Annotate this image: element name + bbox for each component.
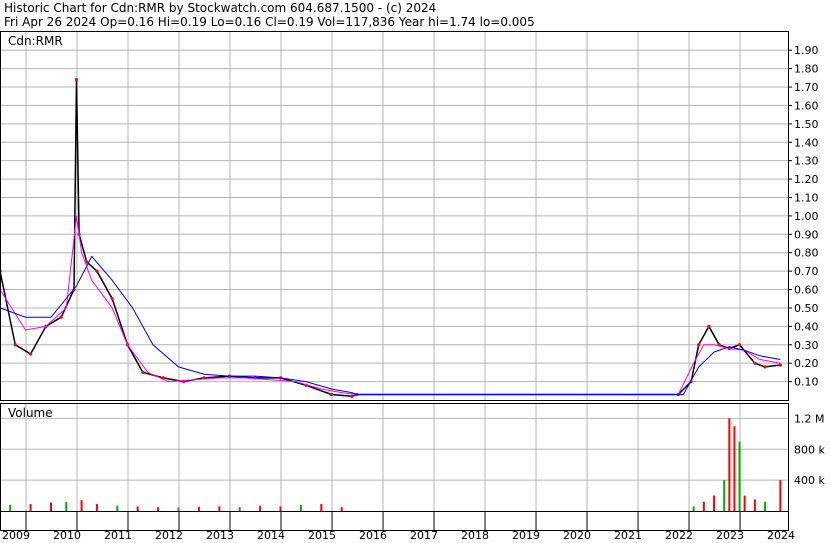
close-point [329, 392, 334, 397]
x-tick-label: 2018 [461, 529, 489, 542]
volume-bar [764, 501, 767, 511]
y-tick-label: 0.50 [794, 302, 819, 315]
volume-bar [177, 507, 180, 511]
x-tick-label: 2022 [665, 529, 693, 542]
x-tick-label: 2023 [716, 529, 744, 542]
volume-bar [738, 441, 741, 511]
close-point [763, 365, 767, 369]
x-tick-label: 2021 [614, 529, 642, 542]
y-tick-label: 1.10 [794, 191, 819, 204]
volume-bar [80, 500, 83, 511]
x-tick-label: 2015 [308, 529, 336, 542]
close-point [13, 343, 17, 347]
volume-bar [95, 504, 98, 511]
y-tick-label: 0.40 [794, 320, 819, 333]
volume-bar [197, 506, 200, 511]
x-tick-label: 2012 [155, 529, 183, 542]
ma-short-line [0, 215, 781, 395]
volume-bar [299, 504, 302, 511]
volume-bar [692, 506, 695, 511]
x-tick-label: 2017 [410, 529, 438, 542]
volume-bar [713, 495, 716, 511]
close-point [74, 78, 79, 82]
x-tick-label: 2019 [512, 529, 540, 542]
volume-bar [238, 507, 241, 511]
y-tick-label: 0.70 [794, 265, 819, 278]
volume-bar [279, 506, 282, 511]
close-point [778, 363, 782, 367]
x-tick-label: 2010 [53, 529, 81, 542]
y-tick-label: 1.40 [794, 136, 819, 149]
axes: 2009 2010 2011 2012 2013 2014 2015 2016 2017 2018… [0, 31, 825, 542]
volume-panel-label: Volume [8, 406, 53, 420]
close-point [753, 361, 757, 365]
volume-bar [743, 495, 746, 511]
volume-bar [29, 504, 32, 511]
price-series-line [0, 79, 781, 398]
ma-long-line [0, 255, 781, 395]
y-tick-label: 1.00 [794, 210, 819, 223]
y-tick-label: 0.10 [794, 376, 819, 389]
volume-bar [733, 426, 736, 511]
x-axis-frame [0, 511, 789, 531]
volume-bars [9, 418, 782, 511]
close-point [110, 297, 114, 301]
close-point [95, 269, 99, 273]
y-tick-label: 0.30 [794, 339, 819, 352]
volume-bar [136, 506, 139, 511]
close-point [697, 343, 701, 347]
x-tick-label: 2020 [563, 529, 591, 542]
volume-bar [50, 502, 53, 511]
y-tick-label: 0.20 [794, 357, 819, 370]
volume-bar [116, 505, 119, 511]
price-panel-label: Cdn:RMR [8, 34, 63, 48]
stock-chart: 2009 2010 2011 2012 2013 2014 2015 2016 2017 2018… [0, 31, 825, 542]
grid-lines [0, 31, 788, 511]
close-point [141, 370, 145, 374]
y-tick-label: 0.60 [794, 284, 819, 297]
x-tick-label: 2024 [767, 529, 795, 542]
y-tick-label: 400 k [794, 474, 825, 487]
y-tick-label: 1.80 [794, 63, 819, 76]
x-tick-label: 2016 [359, 529, 387, 542]
y-tick-label: 1.60 [794, 99, 819, 112]
volume-bar [259, 505, 262, 511]
y-tick-label: 1.70 [794, 81, 819, 94]
x-tick-label: 2011 [104, 529, 132, 542]
x-tick-label: 2014 [257, 529, 285, 542]
volume-bar [340, 507, 343, 511]
close-point [59, 315, 63, 319]
y-tick-label: 0.90 [794, 228, 819, 241]
volume-bar [320, 504, 323, 511]
volume-bar [723, 480, 726, 511]
close-point [707, 324, 711, 328]
y-tick-label: 1.2 M [794, 412, 824, 425]
y-tick-label: 0.80 [794, 247, 819, 260]
y-tick-label: 800 k [794, 443, 825, 456]
y-tick-label: 1.30 [794, 155, 819, 168]
volume-bar [157, 507, 160, 511]
close-point [737, 343, 742, 347]
volume-bar [779, 480, 782, 511]
volume-bar [218, 506, 221, 511]
volume-panel-frame [0, 403, 789, 512]
x-tick-label: 2009 [2, 529, 30, 542]
y-tick-label: 1.90 [794, 44, 819, 57]
y-tick-label: 1.50 [794, 118, 819, 131]
x-tick-label: 2013 [206, 529, 234, 542]
volume-bar [702, 501, 705, 511]
price-lines [0, 78, 782, 398]
close-point [29, 352, 33, 356]
volume-bar [9, 504, 12, 511]
volume-bar [728, 418, 731, 511]
close-point [350, 394, 354, 398]
y-tick-label: 1.20 [794, 173, 819, 186]
volume-bar [65, 501, 68, 511]
volume-bar [753, 499, 756, 511]
